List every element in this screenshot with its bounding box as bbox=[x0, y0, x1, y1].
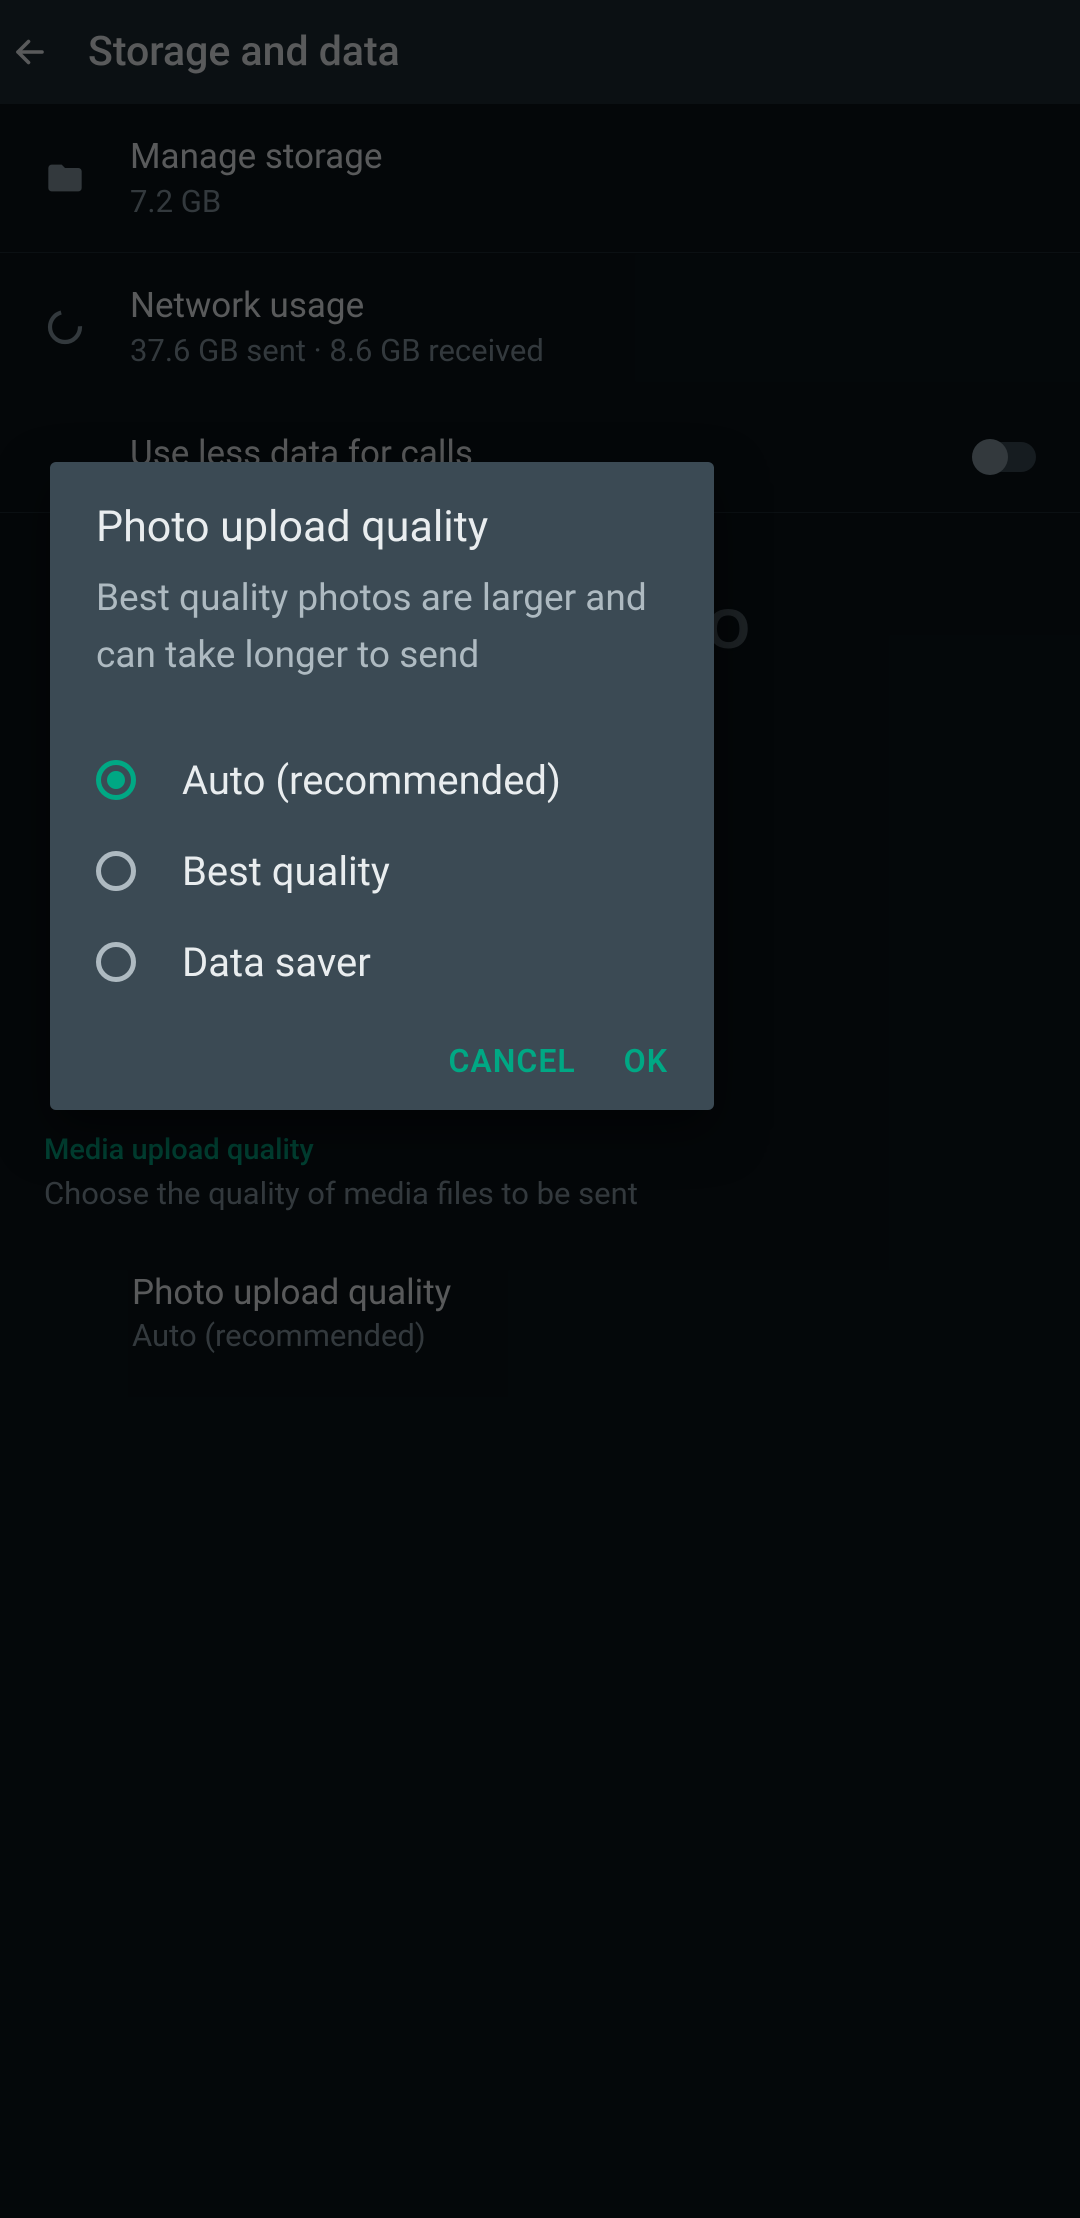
radio-selected-icon bbox=[96, 760, 136, 800]
ok-button[interactable]: OK bbox=[624, 1042, 668, 1080]
cancel-button[interactable]: CANCEL bbox=[448, 1042, 575, 1080]
photo-upload-quality-dialog: Photo upload quality Best quality photos… bbox=[50, 462, 714, 1110]
option-auto[interactable]: Auto (recommended) bbox=[50, 735, 714, 826]
option-label: Data saver bbox=[182, 939, 371, 986]
option-label: Best quality bbox=[182, 848, 390, 895]
radio-unselected-icon bbox=[96, 942, 136, 982]
dialog-title: Photo upload quality bbox=[50, 502, 714, 552]
radio-unselected-icon bbox=[96, 851, 136, 891]
option-data-saver[interactable]: Data saver bbox=[50, 917, 714, 1008]
option-label: Auto (recommended) bbox=[182, 757, 561, 804]
dialog-subtitle: Best quality photos are larger and can t… bbox=[50, 570, 714, 685]
option-best-quality[interactable]: Best quality bbox=[50, 826, 714, 917]
dialog-actions: CANCEL OK bbox=[50, 1008, 714, 1088]
